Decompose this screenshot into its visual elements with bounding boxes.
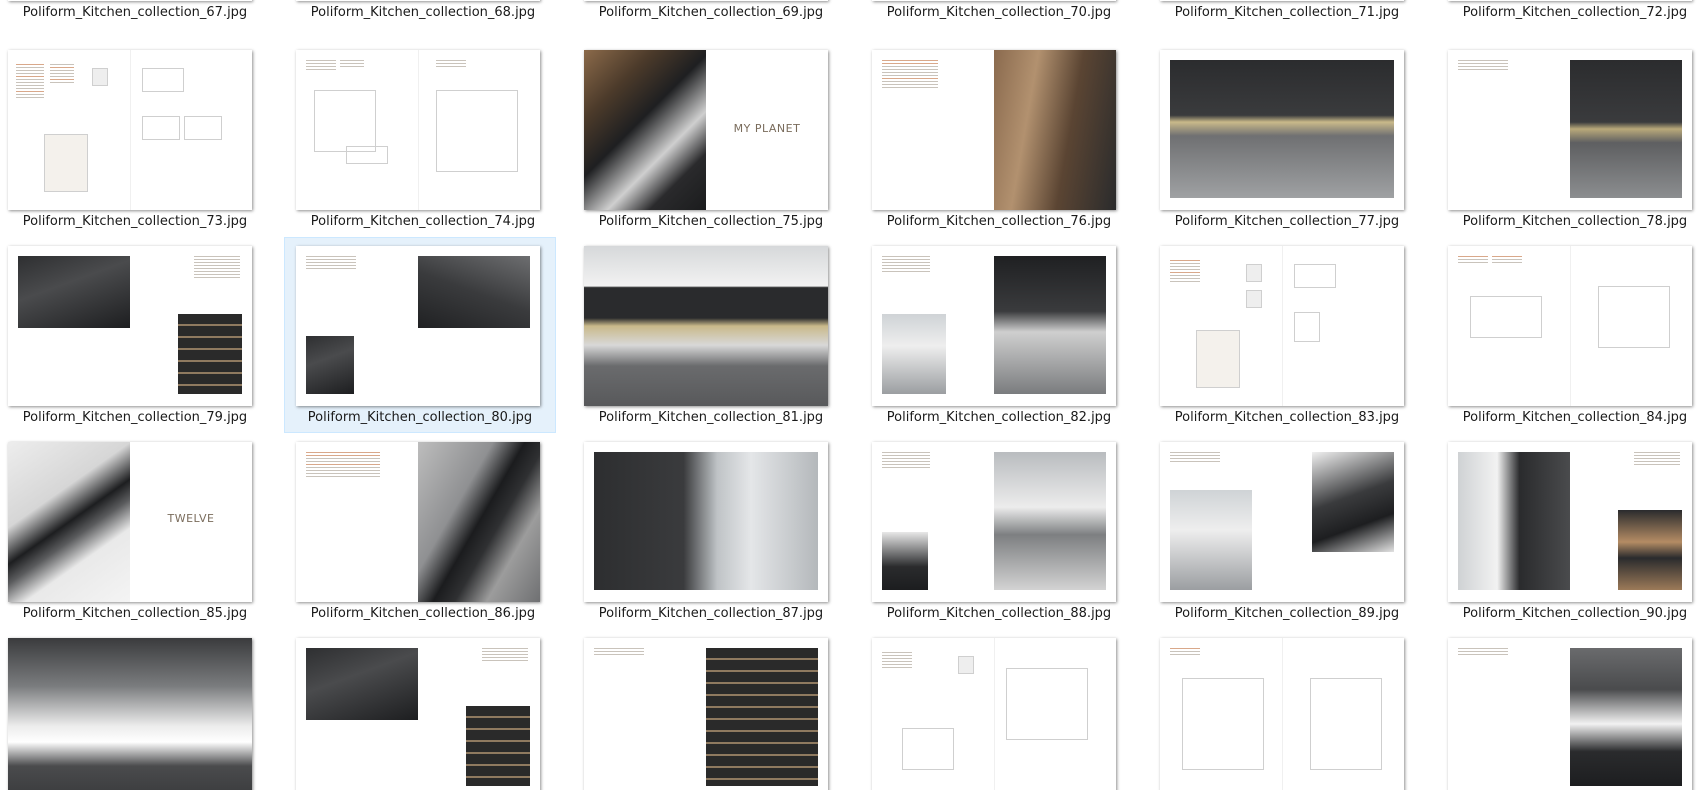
file-name: Poliform_Kitchen_collection_69.jpg: [598, 5, 824, 20]
file-thumbnail: [1160, 0, 1404, 1]
file-thumbnail: [584, 246, 828, 406]
file-thumbnail: [1448, 442, 1692, 602]
file-item[interactable]: [0, 631, 270, 790]
file-thumbnail: [296, 442, 540, 602]
file-thumbnail: [584, 442, 828, 602]
file-item[interactable]: Poliform_Kitchen_collection_87.jpg: [576, 435, 846, 631]
file-item[interactable]: Poliform_Kitchen_collection_69.jpg: [576, 0, 846, 30]
file-item[interactable]: Poliform_Kitchen_collection_82.jpg: [864, 239, 1134, 435]
file-name: Poliform_Kitchen_collection_78.jpg: [1462, 214, 1688, 229]
thumbnail-grid: Poliform_Kitchen_collection_67.jpg Polif…: [0, 0, 1703, 790]
file-item[interactable]: Poliform_Kitchen_collection_84.jpg: [1440, 239, 1703, 435]
file-thumbnail: [296, 246, 540, 406]
file-name: Poliform_Kitchen_collection_87.jpg: [598, 606, 824, 621]
file-name: Poliform_Kitchen_collection_73.jpg: [22, 214, 248, 229]
file-name: Poliform_Kitchen_collection_89.jpg: [1174, 606, 1400, 621]
file-name: Poliform_Kitchen_collection_80.jpg: [307, 410, 533, 425]
file-thumbnail: [296, 50, 540, 210]
file-item[interactable]: Poliform_Kitchen_collection_78.jpg: [1440, 43, 1703, 239]
file-item[interactable]: Poliform_Kitchen_collection_86.jpg: [288, 435, 558, 631]
file-name: Poliform_Kitchen_collection_70.jpg: [886, 5, 1112, 20]
file-item[interactable]: Poliform_Kitchen_collection_83.jpg: [1152, 239, 1422, 435]
file-item[interactable]: MY PLANET Poliform_Kitchen_collection_75…: [576, 43, 846, 239]
file-name: Poliform_Kitchen_collection_86.jpg: [310, 606, 536, 621]
file-thumbnail: [1160, 246, 1404, 406]
file-item[interactable]: Poliform_Kitchen_collection_79.jpg: [0, 239, 270, 435]
file-thumbnail: [872, 638, 1116, 790]
file-name: Poliform_Kitchen_collection_76.jpg: [886, 214, 1112, 229]
file-thumbnail: [8, 246, 252, 406]
file-thumbnail: [1160, 50, 1404, 210]
file-item[interactable]: Poliform_Kitchen_collection_71.jpg: [1152, 0, 1422, 30]
file-name: Poliform_Kitchen_collection_74.jpg: [310, 214, 536, 229]
file-thumbnail: [584, 638, 828, 790]
file-name: Poliform_Kitchen_collection_71.jpg: [1174, 5, 1400, 20]
file-item[interactable]: Poliform_Kitchen_collection_74.jpg: [288, 43, 558, 239]
file-item[interactable]: Poliform_Kitchen_collection_77.jpg: [1152, 43, 1422, 239]
file-thumbnail: TWELVE: [8, 442, 252, 602]
file-name: Poliform_Kitchen_collection_82.jpg: [886, 410, 1112, 425]
file-name: Poliform_Kitchen_collection_72.jpg: [1462, 5, 1688, 20]
file-thumbnail: [1448, 0, 1692, 1]
file-item[interactable]: Poliform_Kitchen_collection_70.jpg: [864, 0, 1134, 30]
file-item[interactable]: [1152, 631, 1422, 790]
file-thumbnail: [8, 50, 252, 210]
file-thumbnail: MY PLANET: [584, 50, 828, 210]
file-name: Poliform_Kitchen_collection_83.jpg: [1174, 410, 1400, 425]
file-thumbnail: [1448, 50, 1692, 210]
file-thumbnail: [296, 0, 540, 1]
file-item[interactable]: Poliform_Kitchen_collection_67.jpg: [0, 0, 270, 30]
file-item[interactable]: Poliform_Kitchen_collection_89.jpg: [1152, 435, 1422, 631]
file-item[interactable]: TWELVE Poliform_Kitchen_collection_85.jp…: [0, 435, 270, 631]
file-thumbnail: [1160, 442, 1404, 602]
file-item[interactable]: [864, 631, 1134, 790]
file-explorer-thumbnail-view: Poliform_Kitchen_collection_67.jpg Polif…: [0, 0, 1703, 790]
file-name: Poliform_Kitchen_collection_75.jpg: [598, 214, 824, 229]
file-item[interactable]: Poliform_Kitchen_collection_68.jpg: [288, 0, 558, 30]
file-item[interactable]: Poliform_Kitchen_collection_81.jpg: [576, 239, 846, 435]
file-thumbnail: [1448, 246, 1692, 406]
file-name: Poliform_Kitchen_collection_77.jpg: [1174, 214, 1400, 229]
file-thumbnail: [1160, 638, 1404, 790]
file-item[interactable]: Poliform_Kitchen_collection_76.jpg: [864, 43, 1134, 239]
file-name: Poliform_Kitchen_collection_88.jpg: [886, 606, 1112, 621]
file-thumbnail: [872, 246, 1116, 406]
file-name: Poliform_Kitchen_collection_85.jpg: [22, 606, 248, 621]
file-thumbnail: [1448, 638, 1692, 790]
file-thumbnail: [8, 0, 252, 1]
file-name: Poliform_Kitchen_collection_81.jpg: [598, 410, 824, 425]
file-thumbnail: [584, 0, 828, 1]
file-item[interactable]: Poliform_Kitchen_collection_88.jpg: [864, 435, 1134, 631]
file-name: Poliform_Kitchen_collection_67.jpg: [22, 5, 248, 20]
file-item[interactable]: [576, 631, 846, 790]
file-item[interactable]: Poliform_Kitchen_collection_90.jpg: [1440, 435, 1703, 631]
file-name: Poliform_Kitchen_collection_68.jpg: [310, 5, 536, 20]
file-thumbnail: [872, 0, 1116, 1]
file-name: Poliform_Kitchen_collection_84.jpg: [1462, 410, 1688, 425]
thumbnail-title: TWELVE: [167, 512, 215, 525]
file-thumbnail: [872, 50, 1116, 210]
file-thumbnail: [296, 638, 540, 790]
file-thumbnail: [872, 442, 1116, 602]
file-item[interactable]: Poliform_Kitchen_collection_72.jpg: [1440, 0, 1703, 30]
thumbnail-title: MY PLANET: [733, 122, 801, 135]
file-item-selected[interactable]: Poliform_Kitchen_collection_80.jpg: [284, 237, 556, 433]
file-name: Poliform_Kitchen_collection_90.jpg: [1462, 606, 1688, 621]
file-item[interactable]: [288, 631, 558, 790]
file-item[interactable]: [1440, 631, 1703, 790]
file-name: Poliform_Kitchen_collection_79.jpg: [22, 410, 248, 425]
file-item[interactable]: Poliform_Kitchen_collection_73.jpg: [0, 43, 270, 239]
file-thumbnail: [8, 638, 252, 790]
